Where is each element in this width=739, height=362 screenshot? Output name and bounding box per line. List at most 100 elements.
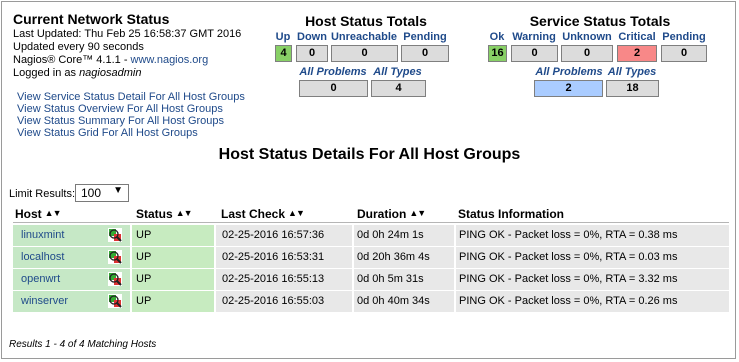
host-totals-title: Host Status Totals — [305, 13, 427, 29]
sort-arrows-icon[interactable]: ▲▼ — [45, 208, 62, 218]
duration-text: 0d 0h 5m 31s — [357, 273, 424, 285]
col-host-label: Host — [15, 207, 42, 221]
magnifier-icon[interactable] — [108, 228, 122, 242]
magnifier-icon[interactable] — [108, 294, 122, 308]
service-all-types-label[interactable]: All Types — [605, 66, 659, 78]
duration-cell: 0d 0h 24m 1s — [354, 225, 454, 246]
status-text: UP — [136, 295, 152, 307]
service-warning-label[interactable]: Warning — [509, 31, 559, 43]
service-ok-count[interactable]: 16 — [488, 45, 507, 62]
magnifier-icon[interactable] — [108, 250, 122, 264]
host-all-problems-label[interactable]: All Problems — [298, 66, 368, 78]
col-duration-label: Duration — [357, 207, 407, 221]
limit-select[interactable]: 100 ▼ — [75, 184, 129, 202]
last-check-text: 02-25-2016 16:55:03 — [222, 295, 325, 307]
col-last-check[interactable]: Last Check ▲▼ — [221, 207, 305, 221]
last-check-cell: 02-25-2016 16:53:31 — [216, 247, 352, 268]
host-cell: openwrt — [13, 269, 130, 290]
host-link[interactable]: localhost — [21, 251, 64, 263]
service-warning-count[interactable]: 0 — [511, 45, 558, 62]
duration-cell: 0d 0h 5m 31s — [354, 269, 454, 290]
nagios-link[interactable]: www.nagios.org — [131, 54, 209, 66]
duration-text: 0d 0h 24m 1s — [357, 229, 424, 241]
last-check-cell: 02-25-2016 16:55:13 — [216, 269, 352, 290]
host-pending-label[interactable]: Pending — [400, 31, 450, 43]
info-cell: PING OK - Packet loss = 0%, RTA = 0.03 m… — [456, 247, 729, 268]
logged-in-user: nagiosadmin — [79, 67, 142, 79]
service-all-problems-label[interactable]: All Problems — [534, 66, 604, 78]
col-status-label: Status — [136, 207, 173, 221]
info-text: PING OK - Packet loss = 0%, RTA = 3.32 m… — [459, 273, 678, 285]
magnifier-icon[interactable] — [108, 272, 122, 286]
status-text: UP — [136, 229, 152, 241]
duration-text: 0d 20h 36m 4s — [357, 251, 430, 263]
results-footer: Results 1 - 4 of 4 Matching Hosts — [9, 339, 157, 350]
sort-arrows-icon[interactable]: ▲▼ — [409, 208, 426, 218]
info-text: PING OK - Packet loss = 0%, RTA = 0.03 m… — [459, 251, 678, 263]
limit-label: Limit Results: — [9, 188, 76, 200]
logged-in-line: Logged in as nagiosadmin — [13, 67, 141, 80]
panel-title: Current Network Status — [13, 11, 170, 27]
duration-cell: 0d 20h 36m 4s — [354, 247, 454, 268]
host-pending-count[interactable]: 0 — [401, 45, 449, 62]
last-check-cell: 02-25-2016 16:57:36 — [216, 225, 352, 246]
service-critical-label[interactable]: Critical — [615, 31, 659, 43]
chevron-down-icon: ▼ — [113, 185, 123, 196]
table-row: linuxmint UP 02-25-2016 16:57:36 0d 0h 2… — [13, 225, 729, 246]
host-all-problems-count[interactable]: 0 — [299, 80, 368, 97]
status-text: UP — [136, 273, 152, 285]
host-down-label[interactable]: Down — [296, 31, 328, 43]
link-status-grid[interactable]: View Status Grid For All Host Groups — [17, 127, 198, 140]
host-up-count[interactable]: 4 — [275, 45, 292, 62]
service-pending-label[interactable]: Pending — [660, 31, 708, 43]
table-row: openwrt UP 02-25-2016 16:55:13 0d 0h 5m … — [13, 269, 729, 290]
info-cell: PING OK - Packet loss = 0%, RTA = 0.26 m… — [456, 291, 729, 312]
col-duration[interactable]: Duration ▲▼ — [357, 207, 426, 221]
host-all-types-count[interactable]: 4 — [371, 80, 426, 97]
col-host[interactable]: Host ▲▼ — [15, 207, 61, 221]
header-divider — [13, 222, 729, 223]
status-text: UP — [136, 251, 152, 263]
logged-in-label: Logged in as — [13, 67, 80, 79]
service-all-types-count[interactable]: 18 — [606, 80, 659, 97]
host-cell: localhost — [13, 247, 130, 268]
service-ok-label[interactable]: Ok — [486, 31, 508, 43]
sort-arrows-icon[interactable]: ▲▼ — [288, 208, 305, 218]
host-unreachable-count[interactable]: 0 — [331, 45, 398, 62]
col-last-check-label: Last Check — [221, 207, 286, 221]
host-link[interactable]: winserver — [21, 295, 68, 307]
info-cell: PING OK - Packet loss = 0%, RTA = 3.32 m… — [456, 269, 729, 290]
table-row: winserver UP 02-25-2016 16:55:03 0d 0h 4… — [13, 291, 729, 312]
update-interval: Updated every 90 seconds — [13, 41, 144, 53]
last-check-text: 02-25-2016 16:55:13 — [222, 273, 325, 285]
host-down-count[interactable]: 0 — [296, 45, 328, 62]
table-row: localhost UP 02-25-2016 16:53:31 0d 20h … — [13, 247, 729, 268]
col-status[interactable]: Status ▲▼ — [136, 207, 193, 221]
last-check-cell: 02-25-2016 16:55:03 — [216, 291, 352, 312]
last-updated: Last Updated: Thu Feb 25 16:58:37 GMT 20… — [13, 28, 242, 40]
status-cell: UP — [132, 291, 214, 312]
info-text: PING OK - Packet loss = 0%, RTA = 0.26 m… — [459, 295, 678, 307]
host-cell: linuxmint — [13, 225, 130, 246]
sort-arrows-icon[interactable]: ▲▼ — [176, 208, 193, 218]
details-title: Host Status Details For All Host Groups — [218, 146, 521, 163]
host-link[interactable]: openwrt — [21, 273, 60, 285]
service-critical-count[interactable]: 2 — [617, 45, 657, 62]
status-cell: UP — [132, 247, 214, 268]
service-unknown-label[interactable]: Unknown — [560, 31, 614, 43]
limit-select-value: 100 — [81, 186, 102, 200]
status-cell: UP — [132, 269, 214, 290]
host-up-label[interactable]: Up — [273, 31, 293, 43]
version-text: Nagios® Core™ 4.1.1 - — [13, 54, 131, 66]
host-link[interactable]: linuxmint — [21, 229, 64, 241]
duration-text: 0d 0h 40m 34s — [357, 295, 430, 307]
last-check-text: 02-25-2016 16:53:31 — [222, 251, 325, 263]
host-unreachable-label[interactable]: Unreachable — [330, 31, 398, 43]
service-all-problems-count[interactable]: 2 — [534, 80, 603, 97]
service-pending-count[interactable]: 0 — [661, 45, 707, 62]
status-cell: UP — [132, 225, 214, 246]
host-all-types-label[interactable]: All Types — [370, 66, 425, 78]
info-text: PING OK - Packet loss = 0%, RTA = 0.38 m… — [459, 229, 678, 241]
service-unknown-count[interactable]: 0 — [561, 45, 613, 62]
duration-cell: 0d 0h 40m 34s — [354, 291, 454, 312]
